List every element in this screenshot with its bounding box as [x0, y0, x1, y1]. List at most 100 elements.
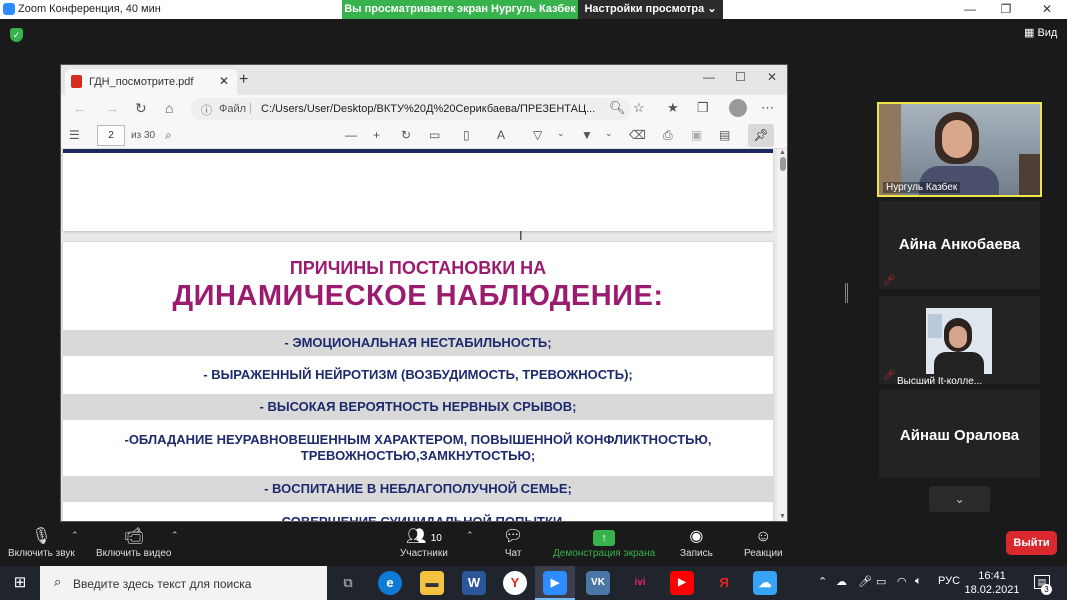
profile-avatar-icon[interactable]	[729, 99, 747, 117]
rotate-icon[interactable]: ↻	[401, 128, 411, 142]
chat-button[interactable]: 💬︎ Чат	[503, 526, 523, 559]
highlight-options-chevron-icon[interactable]: ⌄	[605, 128, 613, 139]
browser-maximize-button[interactable]: ☐	[735, 70, 746, 84]
scroll-up-icon[interactable]: ▲	[779, 149, 786, 156]
text-cursor-icon: I	[519, 228, 523, 243]
zoom-out-icon[interactable]: —	[345, 128, 357, 142]
add-favorite-icon[interactable]: ☆	[633, 100, 645, 116]
volume-icon[interactable]: 🔈︎	[915, 575, 922, 588]
vk-icon[interactable]: VK	[586, 571, 610, 595]
wifi-icon[interactable]: ◠	[897, 575, 907, 588]
participant-tile[interactable]: 🎤︎ Высший It-колле...	[879, 296, 1040, 387]
maximize-button[interactable]: ❐	[996, 2, 1016, 17]
file-explorer-icon[interactable]: ▬	[420, 571, 444, 595]
chat-icon: 💬︎	[503, 528, 524, 545]
save-as-icon[interactable]: ▤	[719, 128, 730, 142]
highlight-icon[interactable]: ▼	[581, 128, 593, 142]
unmute-button[interactable]: 🎙︎ Включить звук	[8, 526, 75, 559]
pdf-viewport[interactable]: ПРИЧИНЫ ПОСТАНОВКИ НА ДИНАМИЧЕСКОЕ НАБЛЮ…	[61, 149, 777, 521]
save-icon[interactable]: ▣	[691, 128, 702, 142]
read-aloud-icon[interactable]: A	[497, 128, 505, 142]
participant-tile[interactable]: Айнаш Оралова	[879, 390, 1040, 478]
print-icon[interactable]: ⎙	[663, 128, 673, 143]
onedrive-icon[interactable]: ☁	[836, 575, 847, 588]
keyboard-language[interactable]: РУС	[938, 575, 960, 587]
close-button[interactable]: ✕	[1037, 2, 1057, 17]
panel-splitter-handle[interactable]	[845, 283, 848, 303]
participants-scroll-down-icon[interactable]: ⌄	[929, 486, 990, 512]
fit-page-icon[interactable]: ▭	[429, 128, 440, 142]
slide-list-item: - ЭМОЦИОНАЛЬНАЯ НЕСТАБИЛЬНОСТЬ;	[63, 330, 773, 356]
url-separator: |	[249, 102, 252, 114]
contents-list-icon[interactable]: ☰	[69, 128, 80, 142]
info-icon[interactable]: ⓘ	[201, 102, 212, 118]
participants-icon-wrap: 👥︎ 10	[400, 526, 448, 548]
forward-arrow-icon[interactable]: →	[105, 100, 119, 116]
zoom-taskbar-button[interactable]: ▶	[535, 566, 575, 600]
minimize-button[interactable]: —	[960, 2, 980, 17]
leave-button[interactable]: Выйти	[1006, 531, 1057, 555]
browser-tab[interactable]: ГДН_посмотрите.pdf ✕	[65, 69, 237, 95]
browser-tabbar: ГДН_посмотрите.pdf ✕ + — ☐ ✕	[61, 65, 787, 95]
collections-icon[interactable]: ❐	[697, 100, 709, 116]
view-toggle-button[interactable]: ▦ Вид	[1024, 26, 1057, 39]
search-icon[interactable]: ⌕	[165, 128, 172, 143]
task-view-icon[interactable]: ⧉	[336, 571, 360, 595]
start-video-button[interactable]: 📹︎ Включить видео	[96, 526, 172, 559]
participants-label: Участники	[400, 548, 448, 559]
reactions-button[interactable]: ☺ Реакции	[744, 526, 783, 559]
draw-icon[interactable]: ▽	[533, 128, 542, 142]
draw-options-chevron-icon[interactable]: ⌄	[557, 128, 565, 139]
participant-video	[926, 308, 992, 374]
edge-icon[interactable]: e	[378, 571, 402, 595]
pdf-scrollbar[interactable]: ▲ ▼	[777, 149, 787, 521]
scrollbar-thumb[interactable]	[780, 157, 786, 171]
scroll-down-arrow-icon[interactable]: ▼	[779, 513, 786, 520]
favorites-icon[interactable]: ★	[667, 100, 679, 116]
new-tab-button[interactable]: +	[239, 71, 248, 89]
mic-muted-icon: 🎤︎	[883, 275, 896, 286]
participant-tile[interactable]: Айна Анкобаева 🎤︎	[879, 201, 1040, 289]
video-options-chevron-icon[interactable]: ⌃	[171, 530, 179, 541]
participants-button[interactable]: 👥︎ 10 Участники	[400, 526, 448, 559]
zoom-in-icon[interactable]: +	[373, 128, 380, 142]
url-text: C:/Users/User/Desktop/ВКТУ%20Д%20Серикба…	[261, 103, 596, 115]
share-screen-button[interactable]: ↑ Демонстрация экрана	[553, 526, 655, 559]
yandex-browser-icon[interactable]: Y	[503, 571, 527, 595]
taskbar-clock[interactable]: 16:41 18.02.2021	[962, 569, 1022, 597]
url-field[interactable]: ⓘ Файл | C:/Users/User/Desktop/ВКТУ%20Д%…	[191, 98, 631, 120]
participants-options-chevron-icon[interactable]: ⌃	[466, 530, 474, 541]
tray-expand-icon[interactable]: ⌃	[818, 575, 827, 588]
cloud-app-icon[interactable]: ☁	[753, 571, 777, 595]
chat-label: Чат	[504, 548, 522, 559]
active-speaker-video[interactable]: Нургуль Казбек	[877, 102, 1042, 197]
microphone-icon[interactable]: 🎤︎	[858, 575, 872, 588]
youtube-icon[interactable]: ▶	[670, 571, 694, 595]
taskbar-search-field[interactable]: ⌕ Введите здесь текст для поиска	[40, 566, 327, 600]
clock-date: 18.02.2021	[964, 584, 1020, 596]
refresh-icon[interactable]: ↻	[135, 100, 147, 117]
share-screen-icon: ↑	[593, 530, 616, 546]
shield-icon[interactable]: ✓	[10, 28, 23, 42]
yandex-icon[interactable]: Я	[712, 571, 736, 595]
windows-taskbar: ⊞ ⌕ Введите здесь текст для поиска ⧉ e ▬…	[0, 566, 1067, 600]
audio-options-chevron-icon[interactable]: ⌃	[71, 530, 79, 541]
zoom-magnifier-icon[interactable]: 🔍︎	[609, 100, 626, 116]
tab-close-icon[interactable]: ✕	[219, 74, 229, 88]
windows-start-icon[interactable]: ⊞	[0, 566, 40, 600]
page-view-icon[interactable]: ▯	[463, 128, 470, 142]
pin-toolbar-icon[interactable]: 📌︎	[748, 124, 774, 147]
back-arrow-icon[interactable]: ←	[73, 100, 87, 116]
browser-minimize-button[interactable]: —	[703, 70, 715, 84]
record-button[interactable]: ◉ Запись	[680, 526, 713, 559]
eraser-icon[interactable]: ⌫	[629, 128, 646, 142]
word-icon[interactable]: W	[462, 571, 486, 595]
page-number-input[interactable]: 2	[97, 125, 125, 146]
share-banner: Вы просматриваете экран Нургуль Казбек	[342, 0, 578, 19]
more-menu-icon[interactable]: ⋯	[761, 100, 774, 116]
home-icon[interactable]: ⌂	[165, 100, 173, 116]
ivi-icon[interactable]: ivi	[628, 571, 652, 595]
browser-close-button[interactable]: ✕	[767, 70, 777, 84]
view-options-button[interactable]: Настройки просмотра ⌄	[578, 0, 723, 19]
battery-icon[interactable]: ▭	[876, 575, 886, 588]
